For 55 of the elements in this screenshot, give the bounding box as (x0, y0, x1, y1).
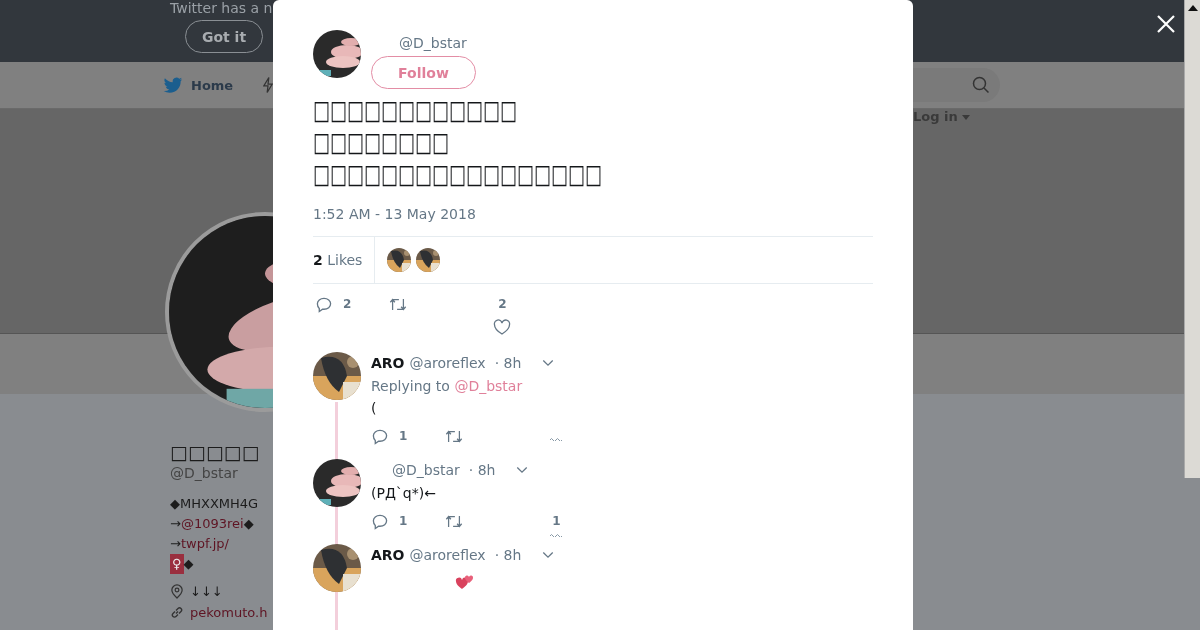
user-handle[interactable]: @aroreflex (409, 547, 486, 563)
tweet-text: □□□□□□□□□□□□ (313, 93, 518, 127)
tweet-text: □□□□□□□□□□□□□□□□□ (313, 157, 603, 191)
reply-text: ( (371, 399, 378, 418)
close-icon[interactable] (1156, 14, 1176, 34)
squiggle-icon[interactable] (549, 533, 564, 537)
chevron-icon[interactable] (542, 359, 555, 367)
bird-icon (163, 76, 183, 94)
tweet-text: □□□□□□□□ (313, 125, 450, 159)
scroll-up-icon[interactable] (1187, 5, 1198, 11)
profile-handle: @D_bstar (170, 464, 238, 482)
replying-to: Replying to @D_bstar (371, 377, 524, 396)
nav-link[interactable]: Home (163, 76, 234, 94)
hearts-icon (455, 574, 475, 590)
bio-link[interactable]: twpf.jp/ (180, 534, 229, 554)
user-name[interactable]: ARO (371, 547, 405, 563)
bio-text: → (170, 515, 181, 533)
reply-icon[interactable] (371, 428, 389, 445)
reply-icon[interactable] (371, 513, 389, 530)
reply-count: 1 (399, 428, 408, 445)
like-count: 1 (552, 513, 561, 530)
banner-text: Twitter has a n (170, 0, 273, 16)
reply-time: · 8h (494, 547, 522, 563)
retweet-icon[interactable] (445, 428, 464, 445)
search-icon[interactable] (972, 76, 990, 94)
follow-button[interactable]: Follow (371, 56, 476, 89)
retweet-icon[interactable] (389, 296, 408, 313)
bio-text: ◆ (243, 515, 254, 533)
gender-badge: ♀ (170, 554, 184, 574)
reply-time: · 8h (494, 355, 522, 371)
profile-name: □□□□□ (170, 440, 260, 464)
timestamp: 1:52 AM - 13 May 2018 (313, 206, 477, 222)
bio-link[interactable]: @1093rei (180, 514, 244, 534)
reply-text: (РД`q*)← (371, 484, 437, 503)
user-handle[interactable]: @D_bstar (392, 462, 460, 478)
user-handle[interactable]: @D_bstar (399, 30, 476, 56)
link-icon (170, 605, 184, 620)
scrollbar[interactable] (1184, 0, 1200, 478)
reply-count: 1 (399, 513, 408, 530)
bio-text: → (170, 535, 181, 553)
user-handle[interactable]: @aroreflex (409, 355, 486, 371)
reply-time: · 8h (468, 462, 496, 478)
user-name[interactable]: ARO (371, 355, 405, 371)
lightning-icon[interactable] (263, 76, 274, 94)
like-count: 2 (498, 296, 507, 313)
bio-text: ◆MHXXMH4G (170, 495, 259, 513)
heart-icon[interactable] (493, 319, 512, 336)
squiggle-icon[interactable] (549, 437, 564, 441)
website-link[interactable]: pekomuto.h (190, 605, 268, 620)
chevron-icon[interactable] (516, 466, 529, 474)
location-text: ↓↓↓ (190, 584, 223, 599)
chevron-icon[interactable] (542, 551, 555, 559)
retweet-icon[interactable] (445, 513, 464, 530)
mention-link[interactable]: @D_bstar (454, 378, 523, 394)
location-icon (170, 584, 184, 599)
